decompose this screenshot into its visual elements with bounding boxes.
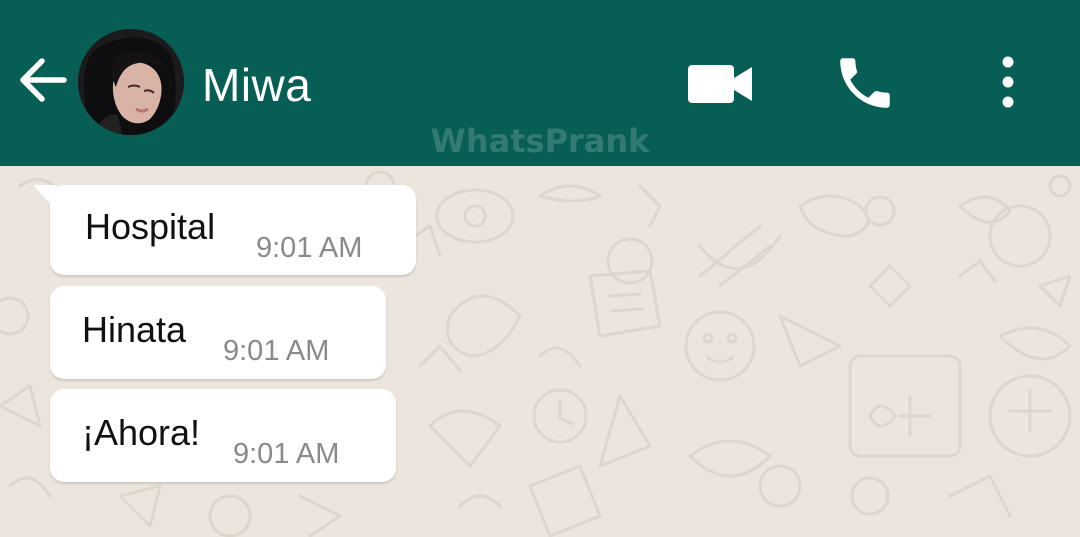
message-bubble[interactable]: Hinata 9:01 AM [50,286,386,379]
chat-area[interactable]: Hospital 9:01 AM Hinata 9:01 AM ¡Ahora! … [0,166,1080,537]
video-call-button[interactable] [684,56,756,112]
contact-avatar[interactable] [78,29,184,135]
avatar-photo [78,29,184,135]
phone-icon [840,58,890,108]
video-camera-icon [688,65,752,103]
back-button[interactable] [14,52,70,108]
voice-call-button[interactable] [832,50,898,116]
chat-header: Miwa WhatsPrank [0,0,1080,166]
arrow-left-icon [20,58,67,102]
message-time: 9:01 AM [256,232,363,264]
message-text: ¡Ahora! [82,412,201,453]
contact-name[interactable]: Miwa [202,58,311,112]
message-text: Hospital [85,206,216,247]
watermark-text: WhatsPrank [430,122,650,160]
more-vertical-icon [1002,56,1014,108]
message-time: 9:01 AM [223,335,330,367]
message-text: Hinata [82,309,187,350]
message-bubble[interactable]: Hospital 9:01 AM [50,185,416,275]
message-time: 9:01 AM [233,438,340,470]
message-bubble[interactable]: ¡Ahora! 9:01 AM [50,389,396,482]
more-options-button[interactable] [986,50,1030,116]
